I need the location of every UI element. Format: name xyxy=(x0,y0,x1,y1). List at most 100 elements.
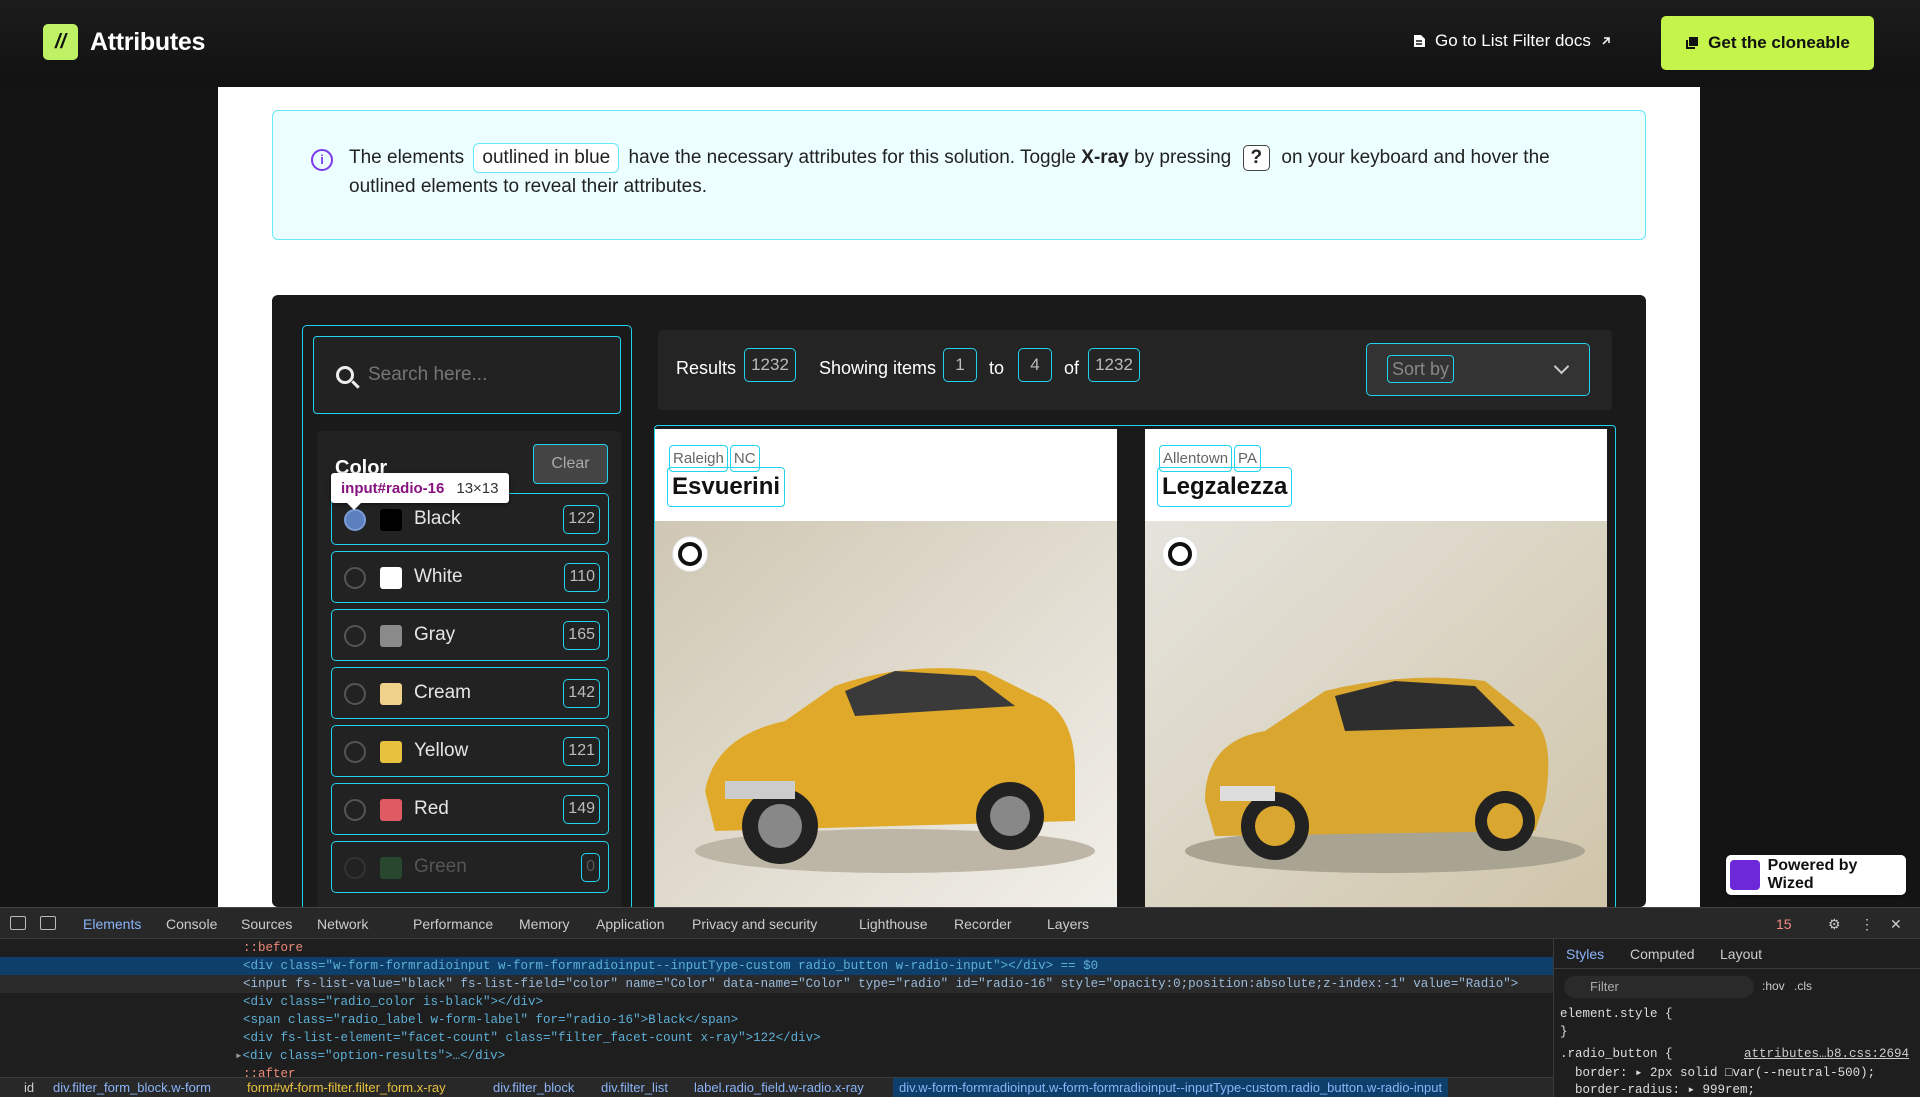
get-cloneable-button[interactable]: Get the cloneable xyxy=(1661,16,1874,70)
tooltip-selector: input#radio-16 xyxy=(341,479,445,497)
settings-icon[interactable]: ⚙ xyxy=(1828,916,1841,933)
powered-by-wized-badge[interactable]: Powered by Wized xyxy=(1726,855,1906,895)
tab-sources[interactable]: Sources xyxy=(241,916,292,932)
cls-toggle[interactable]: .cls xyxy=(1794,979,1812,993)
list-filter-demo: Color Clear Black 122 White 110 Gray 165 xyxy=(272,295,1646,907)
dom-line-text: <div class="radio_color is-black"></div> xyxy=(243,995,544,1009)
results-label: Results xyxy=(676,358,737,378)
tab-memory[interactable]: Memory xyxy=(519,916,570,932)
breadcrumb-item[interactable]: form#wf-form-filter.filter_form.x-ray xyxy=(247,1078,446,1097)
facet-count: 110 xyxy=(564,563,600,592)
device-toolbar-icon[interactable] xyxy=(40,916,56,930)
option-yellow[interactable]: Yellow 121 xyxy=(331,725,609,777)
car-card[interactable]: Allentown PA Legzalezza xyxy=(1145,429,1607,907)
logo[interactable]: // Attributes xyxy=(43,24,205,60)
hov-toggle[interactable]: :hov xyxy=(1762,979,1785,993)
breadcrumb-item[interactable]: id xyxy=(24,1078,34,1097)
styles-filter-input[interactable]: Filter xyxy=(1564,976,1754,998)
tab-layers[interactable]: Layers xyxy=(1047,916,1089,932)
option-gray[interactable]: Gray 165 xyxy=(331,609,609,661)
wized-logo-icon xyxy=(1730,860,1760,890)
breadcrumb-item[interactable]: label.radio_field.w-radio.x-ray xyxy=(694,1078,864,1097)
dom-line[interactable]: <div fs-list-element="facet-count" class… xyxy=(0,1029,1553,1047)
style-rule-line: border-radius: ▸ 999rem; xyxy=(1560,1083,1756,1097)
dom-line[interactable]: <input fs-list-value="black" fs-list-fie… xyxy=(0,975,1553,993)
dom-line[interactable]: ::after xyxy=(0,1065,1553,1077)
of-label: of xyxy=(1064,358,1080,378)
color-swatch xyxy=(380,567,402,589)
items-end: 4 xyxy=(1018,348,1052,382)
close-icon[interactable]: ✕ xyxy=(1890,916,1902,933)
radio-button[interactable] xyxy=(344,509,366,531)
tab-privacy-security[interactable]: Privacy and security xyxy=(692,916,817,932)
tab-computed[interactable]: Computed xyxy=(1630,946,1695,962)
clear-button[interactable]: Clear xyxy=(533,444,608,484)
devtools-tabbar: Elements Console Sources Network Perform… xyxy=(0,907,1920,942)
dom-line[interactable]: ::before xyxy=(0,939,1553,957)
style-rule-line: .radio_button { xyxy=(1560,1047,1673,1061)
radio-button[interactable] xyxy=(344,625,366,647)
breadcrumb-item[interactable]: div.filter_list xyxy=(601,1078,668,1097)
radio-button[interactable] xyxy=(344,857,366,879)
tooltip-size: 13×13 xyxy=(456,479,499,497)
option-white[interactable]: White 110 xyxy=(331,551,609,603)
radio-button[interactable] xyxy=(344,567,366,589)
option-cream[interactable]: Cream 142 xyxy=(331,667,609,719)
color-swatch xyxy=(380,857,402,879)
tab-network[interactable]: Network xyxy=(317,916,368,932)
docs-link[interactable]: Go to List Filter docs xyxy=(1413,31,1612,51)
breadcrumb-item[interactable]: div.filter_block xyxy=(493,1078,574,1097)
outlined-pill: outlined in blue xyxy=(473,143,620,173)
tab-application[interactable]: Application xyxy=(596,916,665,932)
radio-button[interactable] xyxy=(344,799,366,821)
brand-logo-icon xyxy=(1163,537,1197,571)
brand-logo-icon xyxy=(673,537,707,571)
color-swatch xyxy=(380,799,402,821)
styles-tabbar: Styles Computed Layout xyxy=(1554,939,1920,969)
tab-performance[interactable]: Performance xyxy=(413,916,493,932)
tab-lighthouse[interactable]: Lighthouse xyxy=(859,916,928,932)
color-swatch xyxy=(380,683,402,705)
car-image xyxy=(655,521,1117,907)
logo-mark-icon: // xyxy=(43,24,78,60)
filter-sidebar: Color Clear Black 122 White 110 Gray 165 xyxy=(302,325,632,907)
car-card[interactable]: Raleigh NC Esvuerini xyxy=(655,429,1117,907)
issues-count[interactable]: 15 xyxy=(1776,916,1792,932)
sort-label: Sort by xyxy=(1387,355,1455,383)
dom-line[interactable]: <span class="radio_label w-form-label" f… xyxy=(0,1011,1553,1029)
search-icon xyxy=(336,366,354,384)
tab-console[interactable]: Console xyxy=(166,916,217,932)
info-banner: i The elements outlined in blue have the… xyxy=(272,110,1646,240)
search-input[interactable] xyxy=(368,364,588,386)
facet-count: 149 xyxy=(563,795,600,824)
info-text-3: by pressing xyxy=(1134,147,1232,168)
tab-layout[interactable]: Layout xyxy=(1720,946,1762,962)
style-rule-line: border: ▸ 2px solid □var(--neutral-500); xyxy=(1560,1066,1876,1080)
copy-icon xyxy=(1686,36,1699,49)
items-start: 1 xyxy=(943,348,977,382)
more-options-icon[interactable]: ⋮ xyxy=(1860,916,1874,933)
dom-line[interactable]: <div class="radio_color is-black"></div> xyxy=(0,993,1553,1011)
option-green[interactable]: Green 0 xyxy=(331,841,609,893)
dom-line[interactable]: ▸<div class="option-results">…</div> xyxy=(0,1047,1553,1065)
search-box[interactable] xyxy=(313,336,621,414)
tab-recorder[interactable]: Recorder xyxy=(954,916,1012,932)
breadcrumb-item-current[interactable]: div.w-form-formradioinput.w-form-formrad… xyxy=(893,1078,1449,1097)
inspect-element-icon[interactable] xyxy=(10,916,26,930)
sort-dropdown[interactable]: Sort by xyxy=(1366,343,1590,396)
breadcrumb-item[interactable]: div.filter_form_block.w-form xyxy=(53,1078,211,1097)
radio-button[interactable] xyxy=(344,741,366,763)
radio-button[interactable] xyxy=(344,683,366,705)
dom-line-selected[interactable]: <div class="w-form-formradioinput w-form… xyxy=(0,957,1553,975)
tab-elements[interactable]: Elements xyxy=(70,916,154,942)
facet-count: 0 xyxy=(581,853,600,882)
external-link-icon xyxy=(1602,37,1610,45)
option-label: Cream xyxy=(414,682,472,703)
facet-count: 165 xyxy=(563,621,600,650)
items-total: 1232 xyxy=(1088,348,1140,382)
color-swatch xyxy=(380,509,402,531)
expand-arrow-icon[interactable]: ▸ xyxy=(235,1049,243,1063)
option-red[interactable]: Red 149 xyxy=(331,783,609,835)
style-source-link[interactable]: attributes…b8.css:2694 xyxy=(1744,1047,1909,1061)
tab-styles[interactable]: Styles xyxy=(1566,946,1604,962)
